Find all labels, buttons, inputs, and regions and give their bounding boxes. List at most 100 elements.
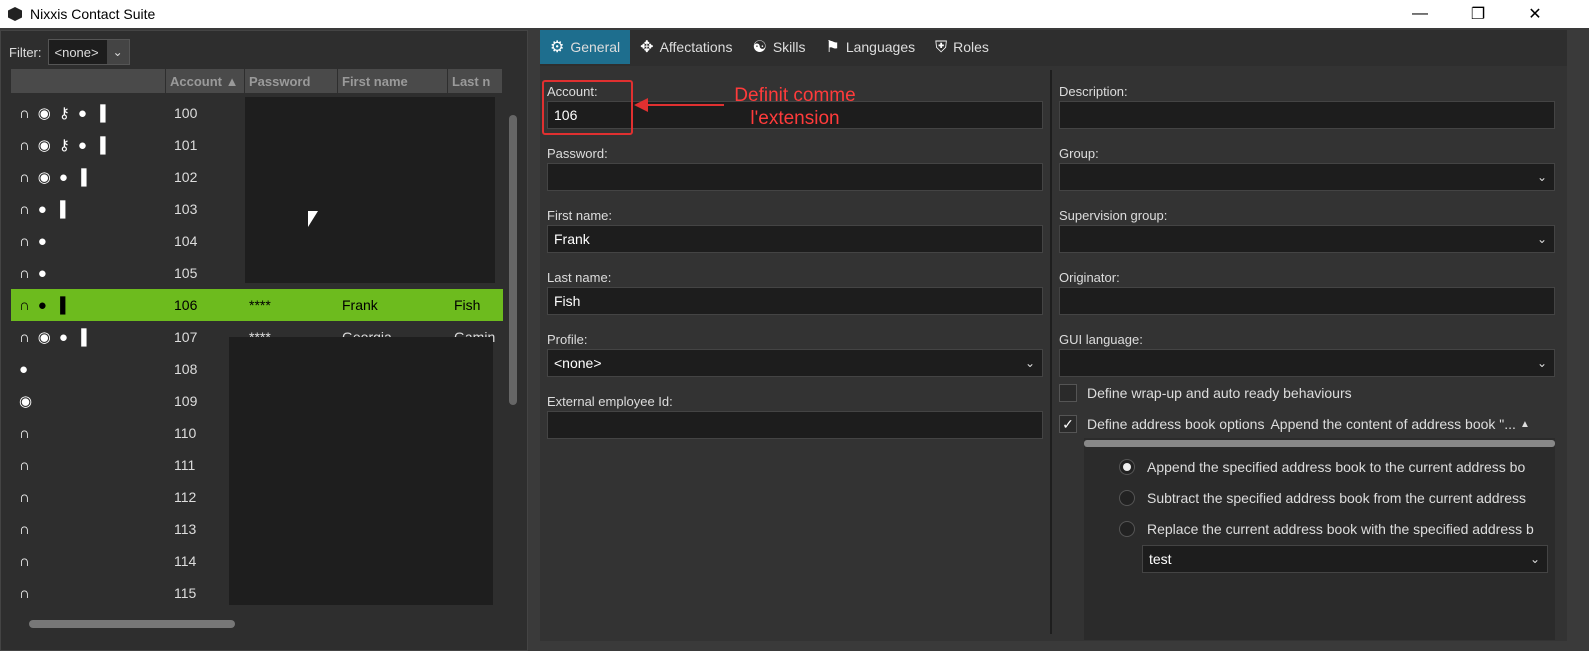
skills-icon: ☯ [752, 38, 767, 56]
redacted-area [245, 97, 495, 283]
row-status-icons: ∩ [11, 426, 168, 441]
last-name-label: Last name: [547, 270, 612, 285]
account-cell: 105 [174, 265, 198, 281]
row-status-icons: ∩ [11, 490, 168, 505]
radio-replace-label: Replace the current address book with th… [1147, 521, 1534, 537]
chevron-down-icon[interactable]: ⌄ [1020, 353, 1040, 373]
tab-roles[interactable]: ⛨ Roles [925, 30, 999, 64]
row-status-icons: ∩ ◉ ● ▐ [11, 330, 168, 345]
radio-replace-option[interactable]: Replace the current address book with th… [1119, 521, 1534, 537]
headset-icon: ∩ [19, 264, 30, 282]
tab-affectations[interactable]: ✥ Affectations [630, 30, 742, 64]
minimize-button[interactable]: — [1397, 0, 1443, 28]
restore-button[interactable]: ❐ [1455, 0, 1501, 28]
circle-icon: ● [77, 104, 87, 122]
address-book-option[interactable]: ✓ Define address book options Append the… [1059, 415, 1555, 433]
tab-languages[interactable]: ⚑ Languages [815, 30, 925, 64]
redacted-area [229, 337, 493, 605]
filter-dropdown[interactable]: <none> ⌄ [47, 39, 130, 65]
password-cell: **** [249, 297, 271, 313]
row-status-icons: ∩ [11, 586, 168, 601]
radio-append-option[interactable]: Append the specified address book to the… [1119, 459, 1525, 475]
radio-replace[interactable] [1119, 521, 1135, 537]
bars-icon: ▐ [94, 104, 106, 122]
headset-icon: ∩ [19, 424, 30, 442]
vertical-scrollbar[interactable] [507, 97, 519, 645]
key-icon: ⚷ [58, 104, 70, 122]
account-cell: 104 [174, 233, 198, 249]
annotation-text: Definit comme l'extension [700, 84, 890, 130]
radio-subtract-option[interactable]: Subtract the specified address book from… [1119, 490, 1526, 506]
radio-append-label: Append the specified address book to the… [1147, 459, 1526, 475]
address-book-dropdown[interactable]: test ⌄ [1142, 545, 1548, 573]
bars-icon: ▐ [75, 328, 87, 346]
filter-row: Filter: <none> ⌄ [9, 39, 130, 65]
radio-append[interactable] [1119, 459, 1135, 475]
circle-icon: ● [37, 264, 47, 282]
row-status-icons: ∩ [11, 522, 168, 537]
chevron-down-icon[interactable]: ⌄ [1525, 549, 1545, 569]
column-divider [1050, 70, 1052, 634]
last-name-field[interactable]: Fish [547, 287, 1043, 315]
filter-label: Filter: [9, 44, 42, 60]
horizontal-scrollbar[interactable] [11, 617, 503, 631]
column-header-icons[interactable] [11, 69, 166, 93]
row-status-icons: ∩ ● ▐ [11, 202, 168, 217]
filter-value: <none> [54, 44, 99, 60]
profile-value: <none> [554, 355, 602, 371]
collapse-icon[interactable]: ▲ [1520, 419, 1530, 430]
table-row[interactable]: ∩ ● ▐ 106 **** Frank Fish [11, 289, 503, 321]
chevron-down-icon[interactable]: ⌄ [1532, 167, 1552, 187]
radio-selected-dot [1123, 463, 1131, 471]
gui-language-dropdown[interactable]: ⌄ [1059, 349, 1555, 377]
headset-icon: ∩ [19, 104, 30, 122]
circle-icon: ● [58, 328, 68, 346]
row-status-icons: ● [11, 362, 168, 377]
originator-field[interactable] [1059, 287, 1555, 315]
row-status-icons: ∩ [11, 554, 168, 569]
supervision-group-dropdown[interactable]: ⌄ [1059, 225, 1555, 253]
tab-general[interactable]: ⚙ General [540, 30, 631, 64]
column-header-account[interactable]: Account ▲ [166, 69, 245, 93]
tab-skills[interactable]: ☯ Skills [742, 30, 815, 64]
chevron-down-icon[interactable]: ⌄ [1532, 229, 1552, 249]
column-header-first-name[interactable]: First name [338, 69, 448, 93]
first-name-label: First name: [547, 208, 613, 223]
password-label: Password: [547, 146, 608, 161]
scroll-thumb[interactable] [29, 620, 235, 628]
radio-subtract[interactable] [1119, 490, 1135, 506]
profile-dropdown[interactable]: <none> ⌄ [547, 349, 1043, 377]
gear-icon: ⚙ [550, 38, 565, 56]
circle-icon: ● [19, 360, 29, 378]
headset-icon: ∩ [19, 168, 30, 186]
wrapup-checkbox[interactable] [1059, 384, 1077, 402]
description-field[interactable] [1059, 101, 1555, 129]
headset-icon: ∩ [19, 584, 30, 602]
headset-icon: ∩ [19, 488, 30, 506]
eye-icon: ◉ [37, 328, 51, 346]
row-status-icons: ∩ ● [11, 234, 168, 249]
column-header-password[interactable]: Password [245, 69, 338, 93]
headset-icon: ∩ [19, 136, 30, 154]
originator-label: Originator: [1059, 270, 1120, 285]
circle-icon: ● [37, 200, 47, 218]
flag-icon: ⚑ [825, 38, 840, 56]
external-id-field[interactable] [547, 411, 1043, 439]
password-field[interactable] [547, 163, 1043, 191]
column-header-last-name[interactable]: Last n [448, 69, 503, 93]
group-dropdown[interactable]: ⌄ [1059, 163, 1555, 191]
address-book-checkbox[interactable]: ✓ [1059, 415, 1077, 433]
account-cell: 101 [174, 137, 198, 153]
account-cell: 103 [174, 201, 198, 217]
annotation-line-1: Definit comme [734, 85, 856, 106]
chevron-down-icon[interactable]: ⌄ [1532, 353, 1552, 373]
close-button[interactable]: ✕ [1512, 0, 1558, 28]
tab-bar: ⚙ General ✥ Affectations ☯ Skills ⚑ Language… [540, 30, 999, 64]
profile-label: Profile: [547, 332, 588, 347]
chevron-down-icon[interactable]: ⌄ [106, 40, 129, 64]
eye-icon: ◉ [19, 392, 33, 410]
gui-language-label: GUI language: [1059, 332, 1143, 347]
wrapup-option[interactable]: Define wrap-up and auto ready behaviours [1059, 384, 1352, 402]
first-name-field[interactable]: Frank [547, 225, 1043, 253]
scroll-thumb[interactable] [509, 115, 517, 405]
